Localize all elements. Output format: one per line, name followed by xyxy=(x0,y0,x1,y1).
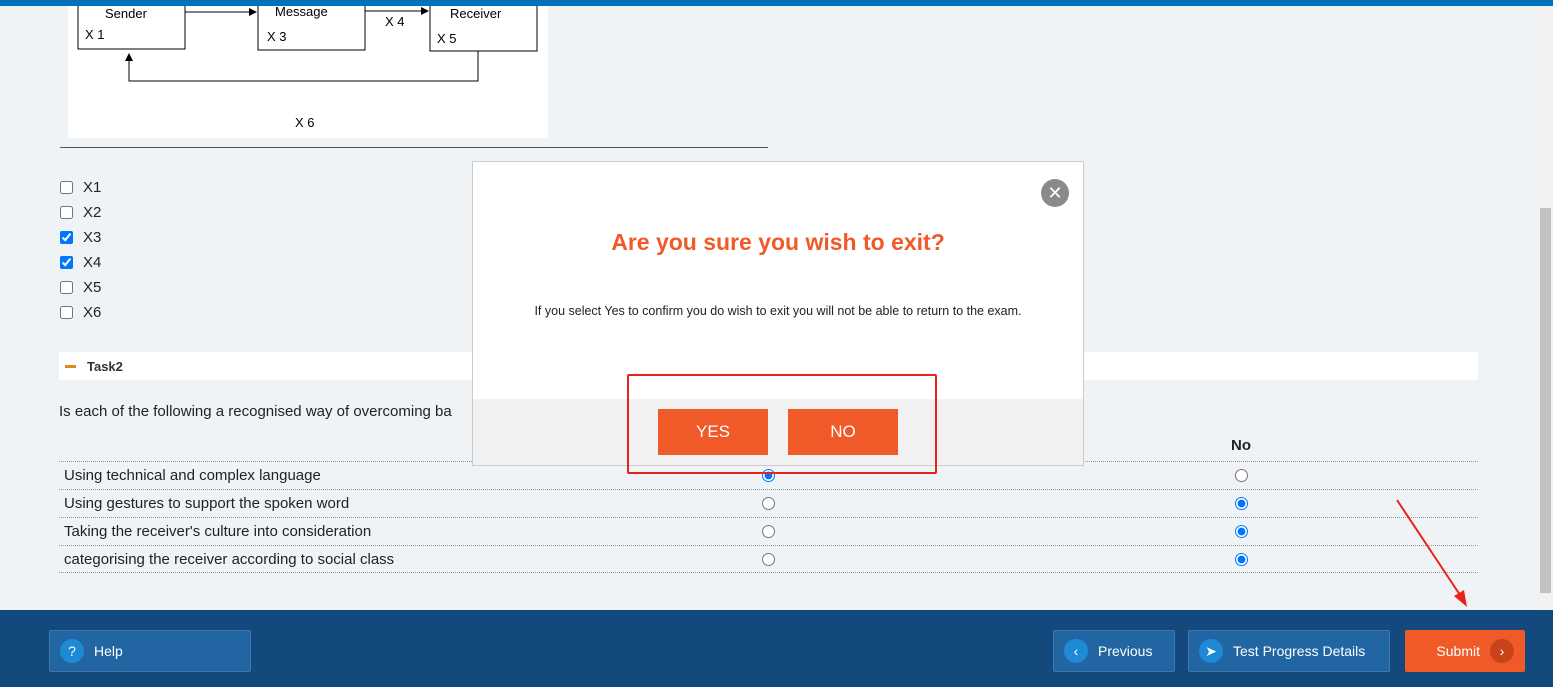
annotation-arrow xyxy=(1396,499,1467,607)
